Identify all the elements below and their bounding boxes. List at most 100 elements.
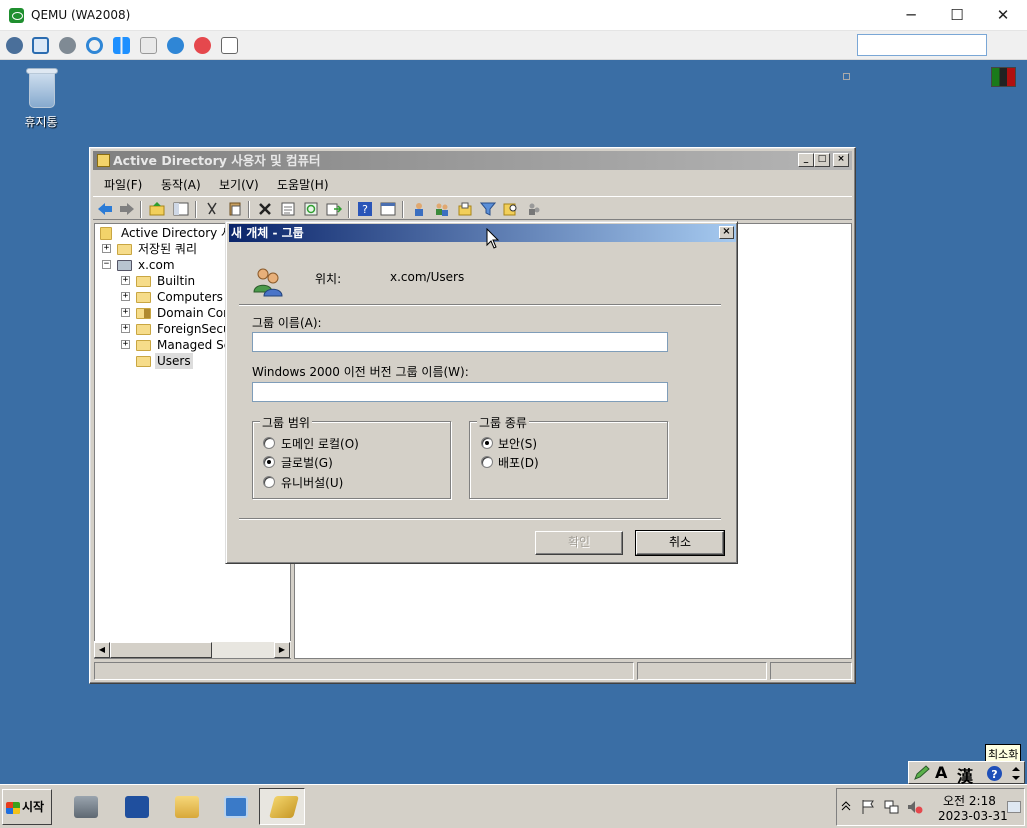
fullscreen-icon[interactable] bbox=[32, 37, 49, 54]
forward-arrow-icon[interactable] bbox=[119, 201, 135, 217]
aduc-app-icon bbox=[97, 154, 110, 167]
taskbar-server-manager[interactable] bbox=[61, 788, 107, 825]
menu-view[interactable]: 보기(V) bbox=[219, 176, 259, 193]
tray-expand-icon[interactable] bbox=[841, 801, 851, 811]
scope-domain-local-radio[interactable] bbox=[263, 437, 275, 449]
paste-icon[interactable] bbox=[227, 201, 243, 217]
expand-icon[interactable]: + bbox=[121, 324, 130, 333]
filter-icon[interactable] bbox=[480, 201, 496, 217]
scroll-right-button[interactable]: ▶ bbox=[274, 642, 290, 658]
console-tree-icon[interactable] bbox=[173, 201, 189, 217]
collapse-icon[interactable]: − bbox=[102, 260, 111, 269]
help-icon[interactable]: ? bbox=[357, 201, 373, 217]
svg-text:?: ? bbox=[362, 203, 368, 216]
aduc-minimize-button[interactable]: _ bbox=[798, 153, 814, 167]
dialog-close-button[interactable]: × bbox=[719, 226, 734, 239]
recycle-bin[interactable]: 휴지통 bbox=[16, 66, 66, 130]
delete-icon[interactable] bbox=[257, 201, 273, 217]
host-maximize-button[interactable]: ☐ bbox=[934, 0, 980, 31]
stop-icon[interactable] bbox=[194, 37, 211, 54]
group-scope-legend: 그룹 범위 bbox=[260, 414, 312, 431]
group-name-label: 그룹 이름(A): bbox=[252, 316, 322, 330]
taskbar-explorer[interactable] bbox=[162, 788, 208, 825]
scroll-left-button[interactable]: ◀ bbox=[94, 642, 110, 658]
show-desktop-icon[interactable] bbox=[1007, 801, 1021, 813]
tree-horizontal-scrollbar[interactable]: ◀ ▶ bbox=[94, 641, 291, 658]
type-security-radio[interactable] bbox=[481, 437, 493, 449]
action-center-flag-icon[interactable] bbox=[861, 799, 875, 815]
menu-help[interactable]: 도움말(H) bbox=[277, 176, 329, 193]
properties-icon[interactable] bbox=[280, 201, 296, 217]
expand-icon[interactable]: + bbox=[121, 276, 130, 285]
ime-mode-toggle[interactable]: A bbox=[935, 763, 947, 782]
cut-icon[interactable] bbox=[204, 201, 220, 217]
type-distribution-radio[interactable] bbox=[481, 456, 493, 468]
settings-gear-icon[interactable] bbox=[6, 37, 23, 54]
console-window-icon[interactable] bbox=[380, 201, 396, 217]
type-security-label: 보안(S) bbox=[498, 437, 538, 451]
taskbar-aduc[interactable] bbox=[259, 788, 305, 825]
new-ou-icon[interactable] bbox=[457, 201, 473, 217]
start-button[interactable]: 시작 bbox=[2, 789, 52, 825]
back-arrow-icon[interactable] bbox=[97, 201, 113, 217]
export-list-icon[interactable] bbox=[326, 201, 342, 217]
expand-icon[interactable]: + bbox=[121, 340, 130, 349]
tree-node-label: Domain Cor bbox=[157, 306, 229, 320]
aduc-statusbar bbox=[94, 662, 852, 680]
scroll-thumb[interactable] bbox=[110, 642, 212, 658]
toolbar-separator bbox=[140, 201, 142, 218]
dialog-titlebar: 새 개체 - 그룹 × bbox=[229, 224, 736, 242]
refresh-icon[interactable] bbox=[303, 201, 319, 217]
menu-file[interactable]: 파일(F) bbox=[104, 176, 142, 193]
group-users-icon bbox=[253, 268, 283, 297]
ime-options-arrow-icon[interactable] bbox=[1010, 765, 1022, 782]
drive-icon[interactable] bbox=[140, 37, 157, 54]
ime-help-icon[interactable]: ? bbox=[986, 765, 1003, 782]
expand-icon[interactable]: + bbox=[102, 244, 111, 253]
folder-icon bbox=[136, 276, 151, 287]
tree-node-label: Computers bbox=[157, 290, 223, 304]
expand-icon[interactable]: + bbox=[121, 308, 130, 317]
gear-icon[interactable] bbox=[59, 37, 76, 54]
ok-button[interactable]: 확인 bbox=[535, 531, 623, 555]
taskbar-control-panel[interactable] bbox=[211, 788, 257, 825]
aduc-maximize-button[interactable]: □ bbox=[814, 153, 830, 167]
expand-icon[interactable]: + bbox=[121, 292, 130, 301]
scope-global-radio[interactable] bbox=[263, 456, 275, 468]
group-scope-groupbox: 그룹 범위 도메인 로컬(O) 글로벌(G) 유니버설(U) bbox=[252, 414, 451, 499]
scope-universal-radio[interactable] bbox=[263, 476, 275, 488]
aduc-toolbar: ? bbox=[93, 196, 852, 220]
pre2000-name-input[interactable] bbox=[252, 382, 668, 402]
taskbar-powershell[interactable] bbox=[112, 788, 158, 825]
host-close-button[interactable]: ✕ bbox=[980, 0, 1026, 31]
windows-logo-icon[interactable] bbox=[113, 37, 130, 54]
aduc-title: Active Directory 사용자 및 컴퓨터 bbox=[113, 153, 321, 168]
ime-pen-icon[interactable] bbox=[913, 765, 931, 781]
status-cell bbox=[637, 662, 767, 680]
refresh-icon[interactable] bbox=[86, 37, 103, 54]
folder-icon bbox=[136, 292, 151, 303]
group-name-input[interactable] bbox=[252, 332, 668, 352]
dialog-title: 새 개체 - 그룹 bbox=[231, 226, 304, 240]
add-to-group-icon[interactable] bbox=[526, 201, 542, 217]
host-minimize-button[interactable]: ─ bbox=[888, 0, 934, 31]
ime-language-bar: A 漢 ? bbox=[908, 761, 1025, 786]
mouse-cursor-icon bbox=[486, 228, 500, 249]
aduc-close-button[interactable]: × bbox=[833, 153, 849, 167]
find-icon[interactable] bbox=[503, 201, 519, 217]
tree-node-label: Builtin bbox=[157, 274, 196, 288]
menu-action[interactable]: 동작(A) bbox=[161, 176, 201, 193]
new-user-icon[interactable] bbox=[411, 201, 427, 217]
new-group-icon[interactable] bbox=[434, 201, 450, 217]
info-icon[interactable] bbox=[167, 37, 184, 54]
cancel-button[interactable]: 취소 bbox=[635, 530, 725, 556]
up-folder-icon[interactable] bbox=[149, 201, 165, 217]
network-icon[interactable] bbox=[884, 799, 900, 815]
volume-muted-icon[interactable] bbox=[907, 799, 923, 815]
host-search-input[interactable] bbox=[857, 34, 987, 56]
resize-square-icon bbox=[843, 73, 850, 80]
clock-time[interactable]: 오전 2:18 bbox=[943, 792, 996, 809]
download-icon[interactable] bbox=[221, 37, 238, 54]
location-value: x.com/Users bbox=[390, 270, 465, 284]
clock-date[interactable]: 2023-03-31 bbox=[938, 809, 1008, 823]
